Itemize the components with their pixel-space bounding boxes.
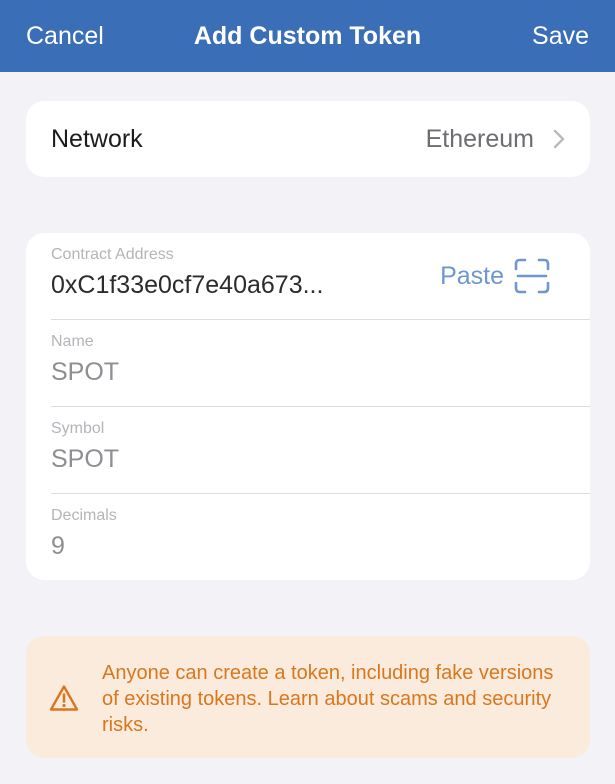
- token-details-form: Contract Address 0xC1f33e0cf7e40a673... …: [26, 233, 590, 580]
- contract-address-field[interactable]: Contract Address 0xC1f33e0cf7e40a673... …: [51, 233, 590, 320]
- contract-address-input[interactable]: 0xC1f33e0cf7e40a673...: [51, 271, 323, 300]
- warning-message[interactable]: Anyone can create a token, including fak…: [102, 660, 562, 738]
- paste-button[interactable]: Paste: [440, 262, 504, 291]
- network-label: Network: [51, 124, 143, 153]
- cancel-button[interactable]: Cancel: [26, 22, 104, 51]
- symbol-input[interactable]: SPOT: [51, 445, 119, 474]
- network-value: Ethereum: [425, 124, 534, 153]
- navigation-bar: Cancel Save: [0, 0, 615, 72]
- name-input[interactable]: SPOT: [51, 358, 119, 387]
- symbol-label: Symbol: [51, 420, 105, 437]
- decimals-label: Decimals: [51, 507, 117, 524]
- contract-address-label: Contract Address: [51, 246, 174, 263]
- symbol-field[interactable]: Symbol SPOT: [51, 407, 590, 494]
- save-button[interactable]: Save: [532, 22, 589, 51]
- network-selector[interactable]: Network Ethereum: [26, 101, 590, 177]
- name-label: Name: [51, 333, 94, 350]
- warning-triangle-icon: [49, 685, 79, 711]
- qr-scan-icon[interactable]: [514, 258, 550, 294]
- warning-banner: Anyone can create a token, including fak…: [26, 636, 590, 758]
- chevron-right-icon: [553, 129, 565, 149]
- name-field[interactable]: Name SPOT: [51, 320, 590, 407]
- decimals-input[interactable]: 9: [51, 532, 65, 561]
- decimals-field[interactable]: Decimals 9: [51, 494, 590, 581]
